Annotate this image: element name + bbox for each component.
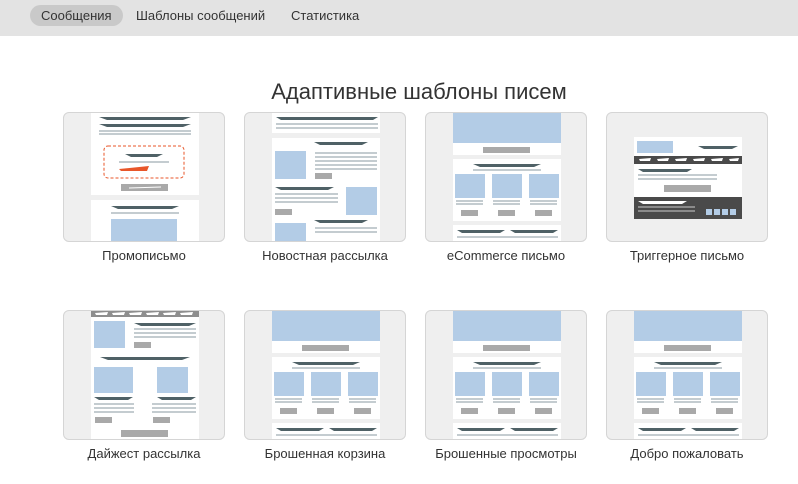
template-card-promo[interactable]: Промописьмо	[63, 112, 225, 263]
template-label-welcome: Добро пожаловать	[630, 446, 744, 461]
template-preview-ecommerce[interactable]	[425, 112, 587, 242]
template-preview-digest[interactable]	[63, 310, 225, 440]
template-label-ecommerce: eCommerce письмо	[446, 248, 566, 263]
template-label-digest: Дайжест рассылка	[87, 446, 201, 461]
top-nav-bar: Сообщения Шаблоны сообщений Статистика	[0, 0, 798, 36]
template-label-trigger: Триггерное письмо	[629, 248, 745, 263]
template-label-abandoned-cart: Брошенная корзина	[264, 446, 386, 461]
template-card-newsletter[interactable]: Новостная рассылка	[244, 112, 406, 263]
template-label-newsletter: Новостная рассылка	[262, 248, 388, 263]
template-preview-trigger[interactable]	[606, 112, 768, 242]
template-card-ecommerce[interactable]: eCommerce письмо	[425, 112, 587, 263]
page-title: Адаптивные шаблоны писем	[271, 78, 567, 104]
template-label-abandoned-views: Брошенные просмотры	[435, 446, 577, 461]
template-label-promo: Промописьмо	[102, 248, 186, 263]
template-card-welcome[interactable]: Добро пожаловать	[606, 310, 768, 461]
template-card-digest[interactable]: Дайжест рассылка	[63, 310, 225, 461]
tab-statistics[interactable]: Статистика	[280, 5, 370, 26]
template-card-abandoned-views[interactable]: Брошенные просмотры	[425, 310, 587, 461]
template-preview-promo[interactable]	[63, 112, 225, 242]
tab-messages[interactable]: Сообщения	[30, 5, 123, 26]
template-preview-abandoned-cart[interactable]	[244, 310, 406, 440]
template-card-abandoned-cart[interactable]: Брошенная корзина	[244, 310, 406, 461]
template-preview-abandoned-views[interactable]	[425, 310, 587, 440]
template-preview-welcome[interactable]	[606, 310, 768, 440]
template-preview-newsletter[interactable]	[244, 112, 406, 242]
template-card-trigger[interactable]: Триггерное письмо	[606, 112, 768, 263]
tab-message-templates[interactable]: Шаблоны сообщений	[125, 5, 276, 26]
